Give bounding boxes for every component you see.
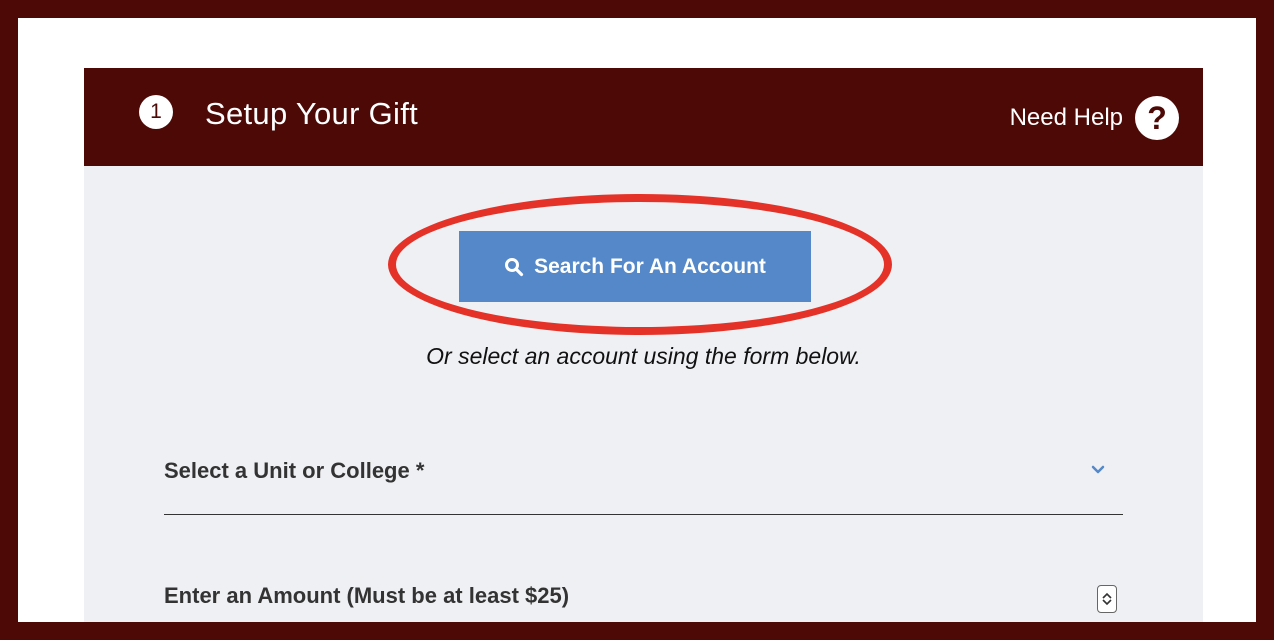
search-account-label: Search For An Account [534, 254, 766, 278]
gift-setup-card: 1 Setup Your Gift Need Help ? Search For… [84, 68, 1203, 622]
stepper-up-icon[interactable] [1102, 592, 1112, 599]
need-help-link[interactable]: Need Help ? [1010, 94, 1179, 142]
search-account-button[interactable]: Search For An Account [459, 231, 811, 302]
search-icon [505, 257, 524, 276]
step-title: Setup Your Gift [205, 96, 419, 131]
stepper-down-icon[interactable] [1102, 599, 1112, 606]
amount-label: Enter an Amount (Must be at least $25) [164, 583, 570, 608]
unit-college-label: Select a Unit or College * [164, 458, 425, 483]
need-help-label: Need Help [1009, 104, 1123, 131]
alternate-instruction: Or select an account using the form belo… [426, 343, 861, 369]
page-frame: 1 Setup Your Gift Need Help ? Search For… [18, 18, 1256, 622]
unit-college-select[interactable]: Select a Unit or College * [164, 458, 1123, 515]
card-header: 1 Setup Your Gift Need Help ? [84, 68, 1203, 166]
step-number-badge: 1 [139, 95, 173, 129]
chevron-down-icon [1091, 465, 1105, 474]
amount-stepper[interactable] [1097, 585, 1117, 613]
question-circle-icon[interactable]: ? [1135, 96, 1179, 140]
amount-input[interactable]: Enter an Amount (Must be at least $25) [164, 583, 1123, 622]
